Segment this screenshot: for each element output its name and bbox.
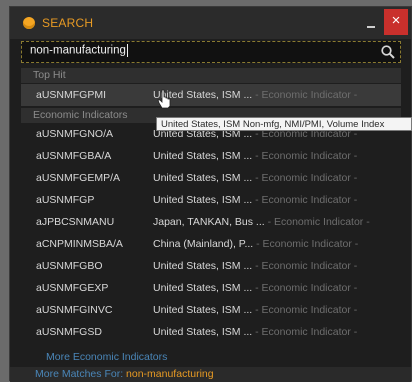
result-row[interactable]: aUSNMFGBA/A United States, ISM ... - Eco… (21, 145, 401, 167)
search-input[interactable]: non-manufacturing (21, 41, 401, 63)
result-row[interactable]: aUSNMFGEMP/A United States, ISM ... - Ec… (21, 167, 401, 189)
row-description: United States, ISM ... - Economic Indica… (153, 326, 358, 338)
more-economic-indicators-link[interactable]: More Economic Indicators (46, 351, 167, 363)
app-logo-icon (23, 17, 35, 29)
text-caret (126, 44, 128, 57)
title-bar: SEARCH × (10, 7, 411, 39)
row-category: - Economic Indicator - (264, 216, 370, 228)
row-ticker: aUSNMFGP (36, 194, 95, 206)
footer-label: More Matches For: non-manufacturing (35, 368, 214, 380)
row-description: Japan, TANKAN, Bus ... - Economic Indica… (153, 216, 370, 228)
result-row[interactable]: aUSNMFGSD United States, ISM ... - Econo… (21, 321, 401, 343)
section-header-top-hit: Top Hit (21, 68, 401, 83)
mouse-cursor-hand-icon (157, 89, 171, 109)
row-ticker: aUSNMFGNO/A (36, 128, 114, 140)
row-description: United States, ISM ... - Economic Indica… (153, 89, 358, 101)
row-ticker: aUSNMFGBO (36, 260, 103, 272)
row-ticker: aUSNMFGBA/A (36, 150, 112, 162)
row-tooltip: United States, ISM Non-mfg, NMI/PMI, Vol… (156, 117, 412, 131)
row-category: - Economic Indicator - (252, 89, 358, 101)
footer-search-term: non-manufacturing (126, 368, 214, 380)
row-description: China (Mainland), P... - Economic Indica… (153, 238, 359, 250)
row-category: - Economic Indicator - (252, 172, 358, 184)
top-hit-row[interactable]: aUSNMFGPMI United States, ISM ... - Econ… (21, 84, 401, 106)
row-description: United States, ISM ... - Economic Indica… (153, 194, 358, 206)
result-row[interactable]: aUSNMFGINVC United States, ISM ... - Eco… (21, 299, 401, 321)
row-ticker: aUSNMFGEMP/A (36, 172, 121, 184)
row-category: - Economic Indicator - (252, 326, 358, 338)
search-window: SEARCH × non-manufacturing Top Hit aUSNM… (9, 6, 412, 382)
row-category: - Economic Indicator - (252, 150, 358, 162)
result-row[interactable]: aUSNMFGBO United States, ISM ... - Econo… (21, 255, 401, 277)
row-description: United States, ISM ... - Economic Indica… (153, 172, 358, 184)
result-row[interactable]: aUSNMFGEXP United States, ISM ... - Econ… (21, 277, 401, 299)
close-button[interactable]: × (384, 9, 408, 35)
minimize-button[interactable] (359, 9, 383, 35)
row-ticker: aUSNMFGEXP (36, 282, 109, 294)
footer-more-matches[interactable]: More Matches For: non-manufacturing (10, 367, 411, 382)
row-ticker: aUSNMFGPMI (36, 89, 107, 101)
result-row[interactable]: aUSNMFGP United States, ISM ... - Econom… (21, 189, 401, 211)
row-category: - Economic Indicator - (252, 260, 358, 272)
row-description: United States, ISM ... - Economic Indica… (153, 304, 358, 316)
row-description: United States, ISM ... - Economic Indica… (153, 260, 358, 272)
row-description: United States, ISM ... - Economic Indica… (153, 150, 358, 162)
row-ticker: aJPBCSNMANU (36, 216, 115, 228)
window-title: SEARCH (42, 16, 94, 30)
row-category: - Economic Indicator - (252, 304, 358, 316)
search-input-text: non-manufacturing (30, 44, 128, 57)
result-row[interactable]: aCNPMINMSBA/A China (Mainland), P... - E… (21, 233, 401, 255)
row-category: - Economic Indicator - (252, 282, 358, 294)
row-category: - Economic Indicator - (253, 238, 359, 250)
row-ticker: aCNPMINMSBA/A (36, 238, 123, 250)
row-category: - Economic Indicator - (252, 194, 358, 206)
search-icon[interactable] (380, 44, 396, 60)
result-row[interactable]: aJPBCSNMANU Japan, TANKAN, Bus ... - Eco… (21, 211, 401, 233)
row-ticker: aUSNMFGSD (36, 326, 102, 338)
row-ticker: aUSNMFGINVC (36, 304, 113, 316)
row-description: United States, ISM ... - Economic Indica… (153, 282, 358, 294)
